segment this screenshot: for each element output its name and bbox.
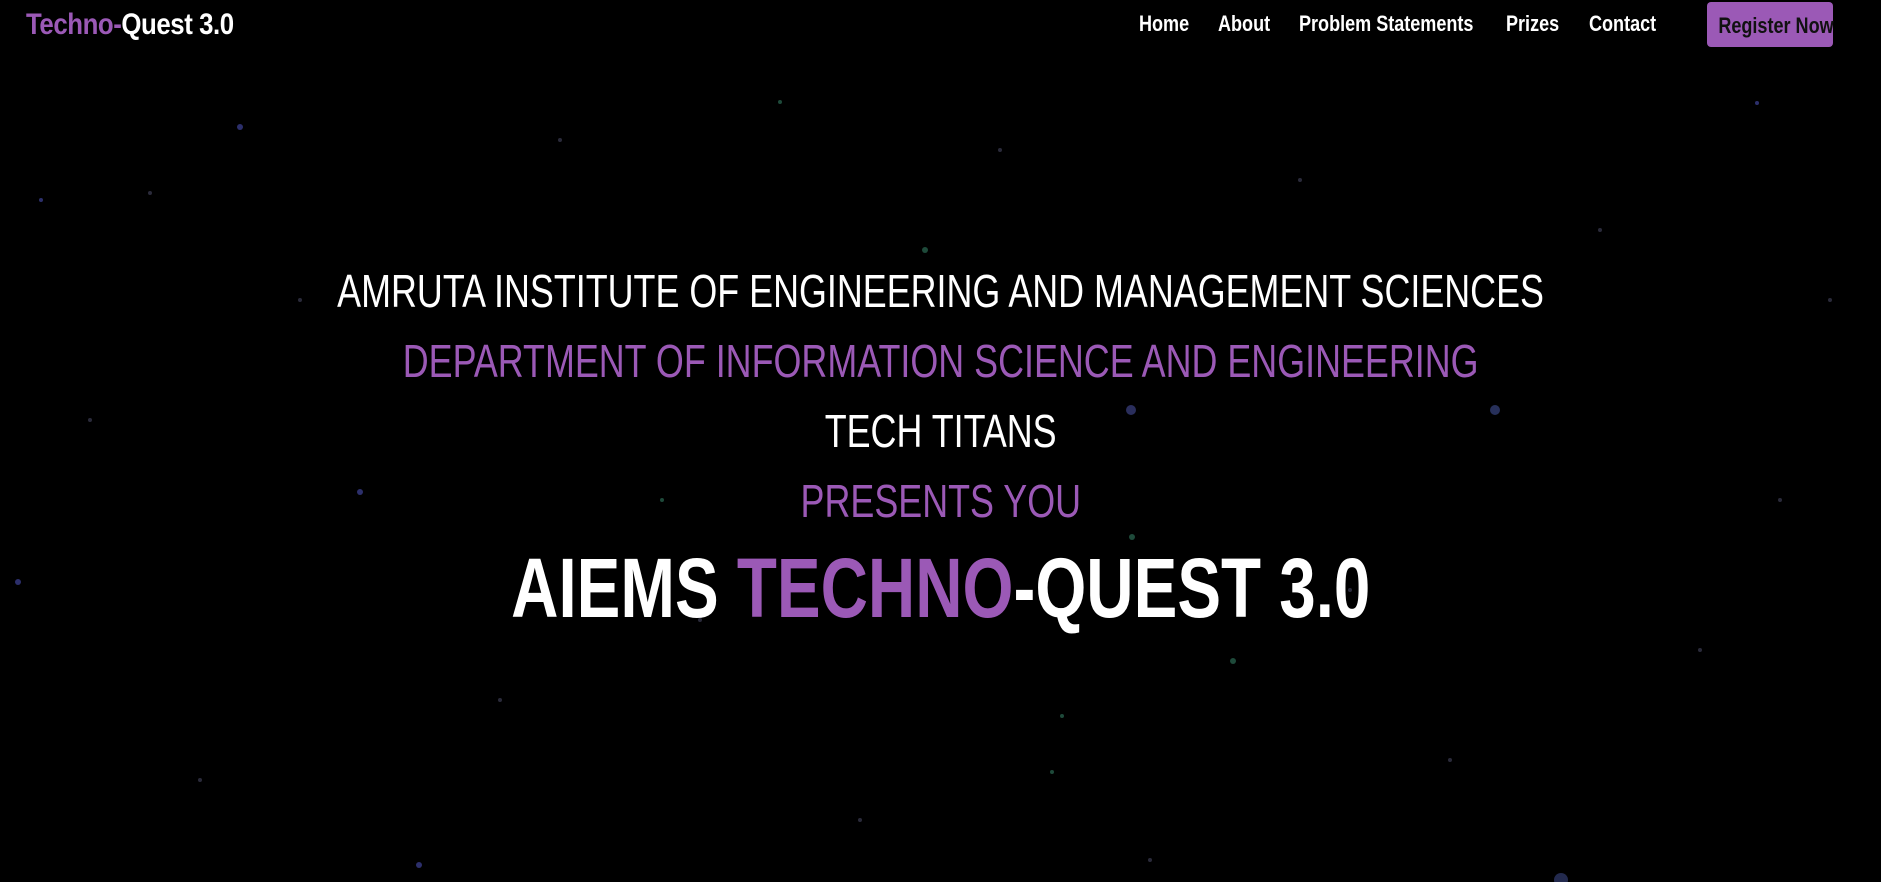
institute-heading-text: AMRUTA INSTITUTE OF ENGINEERING AND MANA… <box>337 265 1544 317</box>
nav-link-home[interactable]: Home <box>1139 11 1189 37</box>
site-logo[interactable]: Techno-Quest 3.0 <box>26 8 234 42</box>
event-title: AIEMS TECHNO-QUEST 3.0 <box>0 540 1881 637</box>
event-title-accent: TECHNO <box>736 541 1014 635</box>
event-title-part3: -QUEST 3.0 <box>1013 541 1371 635</box>
presents-heading-text: PRESENTS YOU <box>800 475 1081 527</box>
institute-heading: AMRUTA INSTITUTE OF ENGINEERING AND MANA… <box>0 264 1881 318</box>
club-heading: TECH TITANS <box>0 404 1881 458</box>
presents-heading: PRESENTS YOU <box>0 474 1881 528</box>
nav-link-about[interactable]: About <box>1218 11 1270 37</box>
register-now-label: Register Now <box>1718 13 1834 38</box>
nav-link-prizes[interactable]: Prizes <box>1506 11 1559 37</box>
department-heading-text: DEPARTMENT OF INFORMATION SCIENCE AND EN… <box>402 335 1479 387</box>
navbar: Techno-Quest 3.0 Home About Problem Stat… <box>0 0 1881 54</box>
logo-accent-text: Techno- <box>26 8 122 41</box>
event-title-part1: AIEMS <box>510 541 737 635</box>
register-now-button[interactable]: Register Now <box>1707 2 1834 47</box>
department-heading: DEPARTMENT OF INFORMATION SCIENCE AND EN… <box>0 334 1881 388</box>
event-title-text: AIEMS TECHNO-QUEST 3.0 <box>511 540 1370 637</box>
logo-text: Quest 3.0 <box>121 8 234 41</box>
nav-link-contact[interactable]: Contact <box>1589 11 1656 37</box>
nav-link-problem-statements[interactable]: Problem Statements <box>1299 11 1473 37</box>
club-heading-text: TECH TITANS <box>824 405 1057 457</box>
